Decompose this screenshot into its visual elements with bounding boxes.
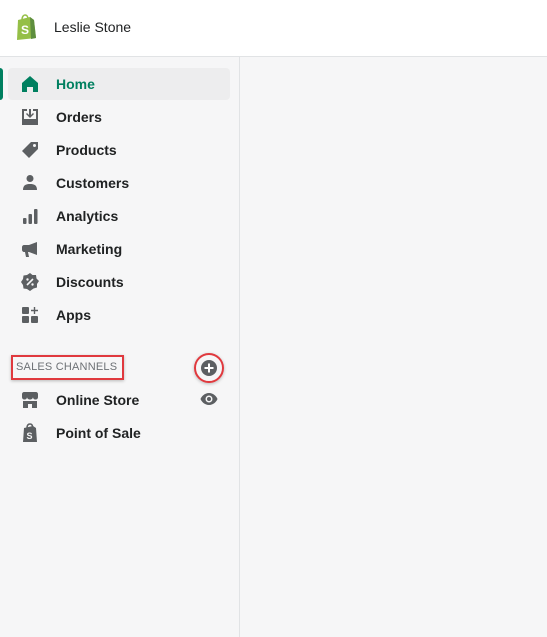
sidebar-item-label: Home bbox=[56, 76, 95, 92]
tag-icon bbox=[22, 142, 38, 158]
view-online-store-eye-icon[interactable] bbox=[200, 392, 218, 406]
sidebar-item-orders[interactable]: Orders bbox=[8, 101, 230, 133]
shopify-logo-icon[interactable]: S bbox=[14, 14, 38, 40]
svg-text:S: S bbox=[27, 431, 33, 441]
sidebar-item-online-store[interactable]: Online Store bbox=[8, 384, 230, 416]
sidebar-item-label: Point of Sale bbox=[56, 425, 141, 441]
person-icon bbox=[23, 175, 37, 190]
active-indicator bbox=[0, 68, 3, 100]
orders-icon bbox=[22, 109, 38, 125]
bar-chart-icon bbox=[23, 209, 38, 224]
store-icon bbox=[22, 392, 38, 408]
main-content bbox=[240, 57, 547, 637]
sidebar-item-apps[interactable]: Apps bbox=[8, 299, 230, 331]
discount-icon bbox=[21, 273, 39, 291]
sidebar-item-point-of-sale[interactable]: S Point of Sale bbox=[8, 417, 230, 449]
sidebar-item-label: Marketing bbox=[56, 241, 123, 257]
megaphone-icon bbox=[22, 242, 37, 257]
sales-channels-heading: SALES CHANNELS bbox=[16, 361, 118, 373]
sidebar-item-label: Online Store bbox=[56, 392, 140, 408]
sidebar-item-products[interactable]: Products bbox=[8, 134, 230, 166]
home-icon bbox=[22, 76, 38, 92]
sidebar-item-label: Apps bbox=[56, 307, 91, 323]
sidebar-item-label: Discounts bbox=[56, 274, 124, 290]
sidebar-item-label: Customers bbox=[56, 175, 130, 191]
sidebar-item-customers[interactable]: Customers bbox=[8, 167, 230, 199]
top-bar: S Leslie Stone bbox=[0, 0, 547, 57]
plus-circle-icon bbox=[201, 360, 217, 376]
store-name[interactable]: Leslie Stone bbox=[54, 19, 131, 35]
apps-icon bbox=[22, 307, 38, 323]
sidebar-item-home[interactable]: Home bbox=[8, 68, 230, 100]
sidebar-item-label: Analytics bbox=[56, 208, 119, 224]
svg-text:S: S bbox=[21, 23, 29, 37]
sidebar-item-discounts[interactable]: Discounts bbox=[8, 266, 230, 298]
sidebar-item-label: Orders bbox=[56, 109, 102, 125]
add-sales-channel-button[interactable] bbox=[194, 353, 224, 383]
sidebar-item-label: Products bbox=[56, 142, 117, 158]
sidebar-item-marketing[interactable]: Marketing bbox=[8, 233, 230, 265]
shopping-bag-icon: S bbox=[23, 423, 37, 442]
sidebar-item-analytics[interactable]: Analytics bbox=[8, 200, 230, 232]
